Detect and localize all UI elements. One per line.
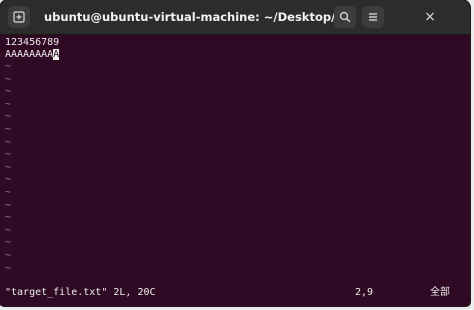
search-button[interactable] [334, 6, 356, 28]
terminal-window: ubuntu@ubuntu-virtual-machine: ~/Desktop… [0, 0, 470, 306]
empty-line-tilde: ~ [5, 111, 12, 123]
status-file-info: "target_file.txt" 2L, 20C [5, 287, 156, 298]
empty-line-tilde: ~ [5, 61, 12, 72]
empty-line-tilde: ~ [5, 187, 12, 198]
empty-line-tilde: ~ [5, 237, 12, 249]
empty-line-tilde: ~ [5, 124, 12, 135]
empty-line-tilde: ~ [5, 262, 12, 274]
empty-line-tilde: ~ [5, 212, 12, 224]
menu-button[interactable] [362, 6, 384, 28]
empty-line-tilde: ~ [5, 161, 12, 173]
empty-line-tilde: ~ [5, 86, 12, 98]
editor-line-2: AAAAAAAAA [5, 49, 60, 61]
empty-line-tilde: ~ [5, 149, 12, 161]
hamburger-menu-icon [367, 11, 379, 23]
terminal-content[interactable]: 123456789 AAAAAAAAA ~ ~ ~ ~ ~ ~ ~ ~ ~ ~ ~ ~ ~ ~ ~ ~ ~ "t… [0, 35, 470, 306]
empty-line-tilde: ~ [5, 250, 12, 261]
editor-line-2-text: AAAAAAAA [5, 49, 54, 60]
close-icon[interactable]: × [422, 9, 438, 25]
editor-line-1: 123456789 [5, 37, 60, 48]
status-cursor-position: 2,9 [355, 287, 374, 298]
search-icon [339, 11, 351, 23]
title-bar: ubuntu@ubuntu-virtual-machine: ~/Desktop… [0, 0, 470, 35]
empty-line-tilde: ~ [5, 98, 12, 110]
window-title: ubuntu@ubuntu-virtual-machine: ~/Desktop… [44, 10, 334, 24]
text-cursor: A [53, 49, 60, 60]
new-tab-button[interactable] [8, 6, 30, 28]
new-tab-icon [13, 11, 25, 23]
empty-line-tilde: ~ [5, 199, 12, 211]
empty-line-tilde: ~ [5, 73, 12, 85]
status-scroll-indicator: 全部 [430, 287, 450, 298]
empty-line-tilde: ~ [5, 224, 12, 236]
empty-line-tilde: ~ [5, 136, 12, 148]
empty-line-tilde: ~ [5, 174, 12, 186]
